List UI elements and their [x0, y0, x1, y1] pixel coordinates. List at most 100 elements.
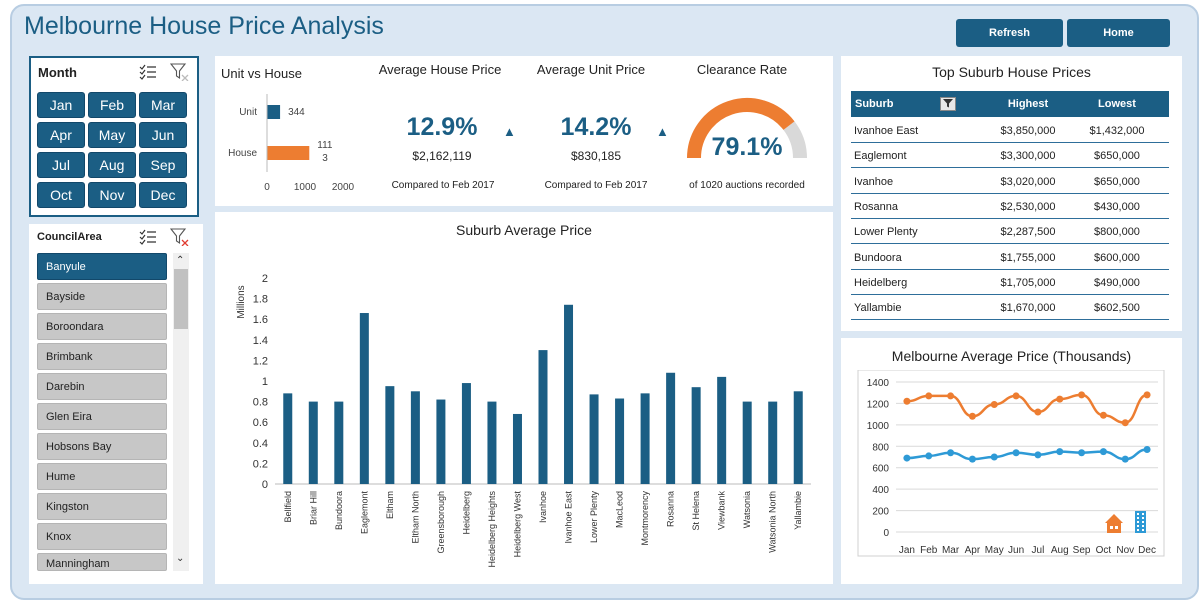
scroll-up-icon[interactable]: ⌃ [176, 255, 184, 266]
table-row: Rosanna $2,530,000 $430,000 [851, 194, 1169, 219]
bar-heidelberg [461, 383, 471, 484]
series-point [1143, 391, 1151, 399]
scrollbar[interactable]: ⌃ ⌄ [173, 253, 189, 571]
house-kpi-pct: 12.9% [406, 113, 478, 141]
series-point [990, 453, 998, 461]
council-item-darebin[interactable]: Darebin [37, 373, 167, 400]
x-tick-label: Heidelberg [461, 491, 471, 535]
y-tick-label: 0.4 [253, 438, 268, 450]
table-row: Eaglemont $3,300,000 $650,000 [851, 143, 1169, 169]
series-point [1034, 451, 1042, 459]
bar-ivanhoe [538, 350, 548, 484]
bar-unit [267, 105, 281, 119]
series-point [1099, 448, 1107, 456]
y-tick-label: 600 [872, 464, 889, 475]
council-item-banyule[interactable]: Banyule [37, 253, 167, 280]
cell-suburb: Ivanhoe [854, 175, 894, 188]
x-tick-label: Briar Hill [308, 491, 318, 525]
y-tick-label: 200 [872, 507, 889, 518]
bar-rosanna [666, 372, 676, 484]
bar-lower-plenty [589, 394, 599, 484]
cell-suburb: Rosanna [854, 200, 899, 213]
series-point [1078, 449, 1086, 457]
council-list: Banyule Bayside Boroondara Brimbank Darebin G… [0, 0, 172, 572]
bar-ivanhoe-east [564, 304, 574, 484]
unit-kpi-pct: 14.2% [560, 113, 632, 141]
clearance-kpi-sub: of 1020 auctions recorded [689, 180, 805, 191]
unit-kpi-value: $830,185 [570, 149, 622, 163]
x-tick-label: Watsonia North [768, 491, 778, 553]
y-tick-label: 400 [872, 485, 889, 496]
council-item-brimbank[interactable]: Brimbank [37, 343, 167, 370]
clear-filter-icon[interactable] [170, 228, 189, 246]
x-tick-label: Viewbank [717, 491, 727, 530]
x-tick-label: Apr [965, 545, 981, 556]
cell-lowest: $650,000 [1094, 175, 1140, 188]
filter-sort-icon[interactable] [941, 97, 955, 109]
series-point [903, 454, 911, 462]
refresh-button[interactable]: Refresh [956, 19, 1063, 47]
x-tick-label: Ivanhoe East [564, 491, 574, 544]
series-point [968, 455, 976, 463]
unit-kpi-sub: Compared to Feb 2017 [544, 180, 648, 191]
bar-eaglemont [359, 313, 369, 484]
x-tick-label: Mar [942, 545, 960, 556]
council-item-boroondara[interactable]: Boroondara [37, 313, 167, 340]
suburb-average-price-chart: Suburb Average Price Millions 0 0.2 0.4 0.6 0.… [236, 222, 811, 568]
cell-highest: $3,020,000 [1000, 175, 1056, 188]
bar-watsonia [742, 401, 752, 484]
y-tick-label: 0.6 [253, 417, 268, 429]
series-point [1012, 392, 1020, 400]
scrollbar-thumb[interactable] [174, 269, 188, 329]
bar-watsonia-north [768, 401, 778, 484]
axis-tick: 1000 [294, 182, 317, 193]
y-tick-label: 1200 [867, 399, 890, 410]
x-tick-label: Eltham North [410, 491, 420, 544]
x-tick-label: Heidelberg West [512, 491, 522, 558]
x-tick-label: Rosanna [666, 491, 676, 527]
clear-filter-icon[interactable] [170, 63, 189, 81]
category-label: House [228, 148, 257, 159]
council-item-kingston[interactable]: Kingston [37, 493, 167, 520]
table-row: Bundoora $1,755,000 $600,000 [851, 245, 1169, 270]
council-item-hobsons-bay[interactable]: Hobsons Bay [37, 433, 167, 460]
cell-suburb: Eaglemont [854, 150, 907, 163]
council-item-hume[interactable]: Hume [37, 463, 167, 490]
cell-suburb: Yallambie [854, 302, 902, 315]
data-label: 344 [288, 107, 305, 118]
y-tick-label: 0 [262, 479, 268, 491]
cell-lowest: $1,432,000 [1089, 125, 1145, 137]
council-item-manningham[interactable]: Manningham [37, 553, 167, 571]
cell-lowest: $490,000 [1094, 276, 1140, 289]
cell-highest: $2,530,000 [1000, 200, 1056, 213]
y-tick-label: 0.2 [253, 458, 268, 470]
x-tick-label: Nov [1116, 545, 1134, 556]
cell-highest: $3,850,000 [1000, 125, 1056, 137]
table-row: Lower Plenty $2,287,500 $800,000 [851, 219, 1169, 245]
x-tick-label: May [985, 545, 1004, 556]
home-button[interactable]: Home [1067, 19, 1170, 47]
series-point [925, 392, 933, 400]
category-label: Unit [239, 107, 257, 118]
header-suburb: Suburb [855, 98, 894, 110]
y-tick-label: 1 [262, 376, 268, 388]
cell-highest: $1,755,000 [1000, 251, 1056, 264]
up-arrow-icon: ▲ [503, 124, 516, 139]
clearance-kpi-pct: 79.1% [711, 133, 783, 161]
series-point [968, 412, 976, 420]
series-point [1056, 395, 1064, 403]
y-tick-label: 800 [872, 442, 889, 453]
scroll-down-icon[interactable]: ⌄ [176, 553, 184, 564]
council-item-bayside[interactable]: Bayside [37, 283, 167, 310]
bar-viewbank [717, 376, 727, 484]
table-header: Suburb Highest Lowest [851, 91, 1169, 117]
series-point [947, 392, 955, 400]
x-tick-label: Heidelberg Heights [487, 491, 497, 568]
y-tick-label: 1.6 [253, 314, 268, 326]
council-item-knox[interactable]: Knox [37, 523, 167, 550]
table-row: Heidelberg $1,705,000 $490,000 [851, 270, 1169, 295]
series-point [1034, 408, 1042, 416]
cell-highest: $1,670,000 [1000, 302, 1056, 315]
bar-briar-hill [308, 401, 318, 484]
council-item-glen-eira[interactable]: Glen Eira [37, 403, 167, 430]
